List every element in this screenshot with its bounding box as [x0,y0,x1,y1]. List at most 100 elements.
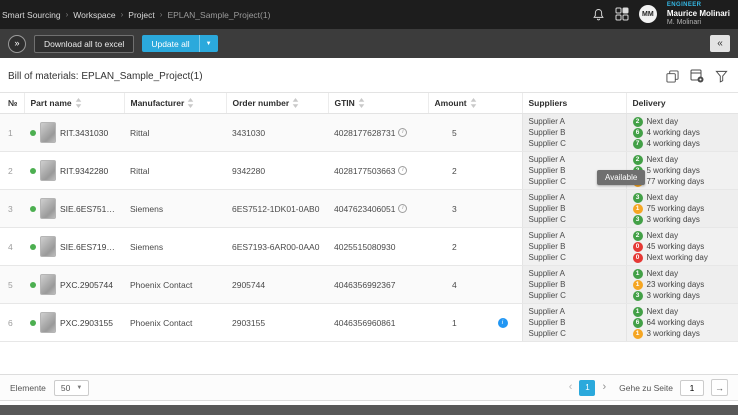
info-icon[interactable]: i [398,128,407,137]
apps-grid-icon[interactable] [615,7,629,21]
supplier-label: Supplier C [529,138,620,149]
part-name-label: SIE.6ES7193-6AR... [60,242,118,252]
delivery-cell: 2Next day045 working days0Next working d… [626,228,738,266]
page-size-select[interactable]: 50 ▼ [54,380,89,396]
goto-page-button[interactable]: → [711,379,728,396]
part-name-cell[interactable]: SIE.6ES7512-1DK... [24,190,124,228]
previous-page-icon[interactable]: ‹ [569,382,573,393]
column-header-manufacturer[interactable]: Manufacturer [124,93,226,114]
table-row[interactable]: 1RIT.3431030Rittal34310304028177628731i5… [0,114,738,152]
column-header-delivery[interactable]: Delivery [626,93,738,114]
breadcrumb-separator-icon: › [66,10,69,19]
update-all-button[interactable]: Update all ▼ [142,35,217,52]
part-thumbnail [40,160,56,181]
amount-wrap: 2 [434,166,516,176]
expand-panel-button[interactable]: » [8,35,26,53]
table-row[interactable]: 6PXC.2903155Phoenix Contact2903155404635… [0,304,738,342]
supplier-label: Supplier A [529,230,620,241]
delivery-line: 1Next day [633,306,733,317]
amount-cell: 2 [428,228,522,266]
delivery-text: 5 working days [647,165,700,176]
part-wrap: SIE.6ES7193-6AR... [30,236,118,257]
bell-icon[interactable] [592,8,605,21]
availability-badge: 2 [633,117,643,127]
part-name-cell[interactable]: RIT.3431030 [24,114,124,152]
table-row[interactable]: 4SIE.6ES7193-6AR...Siemens6ES7193-6AR00-… [0,228,738,266]
amount-cell: 2 [428,152,522,190]
supplier-label: Supplier A [529,154,620,165]
column-header-amount[interactable]: Amount [428,93,522,114]
suppliers-cell: Supplier ASupplier BSupplier C [522,190,626,228]
part-thumbnail [40,274,56,295]
gtin-value: 4046356992367 [334,280,395,290]
amount-cell: 4 [428,266,522,304]
delivery-text: 3 working days [647,214,700,225]
order-number-cell: 2903155 [226,304,328,342]
next-page-icon[interactable]: › [602,382,606,393]
bottom-bar [0,405,738,415]
delivery-text: Next day [647,306,679,317]
user-info[interactable]: ENGINEER Maurice Molinari M. Molinari [667,2,730,27]
breadcrumb-item-project[interactable]: Project [128,10,154,20]
delivery-line: 2Next day [633,116,733,127]
suppliers-cell: Supplier ASupplier BSupplier C [522,114,626,152]
filter-icon[interactable] [715,70,728,83]
delivery-line: 33 working days [633,214,733,225]
delivery-line: 33 working days [633,290,733,301]
delivery-line: 13 working days [633,328,733,339]
availability-badge: 3 [633,193,643,203]
delivery-cell: 3Next day175 working days33 working days [626,190,738,228]
download-excel-button[interactable]: Download all to excel [34,35,134,53]
part-name-cell[interactable]: PXC.2903155 [24,304,124,342]
info-icon-blue[interactable]: i [498,318,508,328]
supplier-label: Supplier B [529,203,620,214]
double-chevron-right-icon: » [14,39,19,48]
sort-icon [470,98,477,108]
page-button[interactable]: 1 [579,380,595,396]
manufacturer-cell: Rittal [124,152,226,190]
availability-badge: 7 [633,139,643,149]
info-icon[interactable]: i [398,204,407,213]
delivery-text: 45 working days [647,241,705,252]
copy-icon[interactable] [666,70,679,83]
status-dot-icon [30,244,36,250]
part-name-cell[interactable]: SIE.6ES7193-6AR... [24,228,124,266]
breadcrumb-item-workspace[interactable]: Workspace [73,10,115,20]
collapse-panel-button[interactable]: « [710,35,730,52]
row-number-cell: 3 [0,190,24,228]
arrow-right-icon: → [715,383,724,393]
part-name-cell[interactable]: PXC.2905744 [24,266,124,304]
availability-badge: 6 [633,318,643,328]
part-name-cell[interactable]: RIT.9342280 [24,152,124,190]
column-header-suppliers[interactable]: Suppliers [522,93,626,114]
chevron-down-icon[interactable]: ▼ [199,35,218,52]
table-settings-icon[interactable] [690,69,704,83]
gtin-value: 4028177628731 [334,128,395,138]
table-row[interactable]: 3SIE.6ES7512-1DK...Siemens6ES7512-1DK01-… [0,190,738,228]
bom-table: № Part name Manufacturer Order number GT… [0,92,738,342]
breadcrumb-item-app[interactable]: Smart Sourcing [2,10,61,20]
double-chevron-left-icon: « [717,38,723,49]
delivery-line: 045 working days [633,241,733,252]
gtin-wrap: 4025515080930 [334,242,422,252]
delivery-line: 2Next day [633,230,733,241]
column-header-order-number[interactable]: Order number [226,93,328,114]
column-header-number[interactable]: № [0,93,24,114]
supplier-label: Supplier C [529,214,620,225]
table-row[interactable]: 5PXC.2905744Phoenix Contact2905744404635… [0,266,738,304]
delivery-text: 4 working days [647,138,700,149]
column-header-gtin[interactable]: GTIN [328,93,428,114]
column-header-part-name[interactable]: Part name [24,93,124,114]
bom-table-body: 1RIT.3431030Rittal34310304028177628731i5… [0,114,738,342]
info-icon[interactable]: i [398,166,407,175]
supplier-label: Supplier A [529,116,620,127]
delivery-text: Next day [647,268,679,279]
amount-wrap: 4 [434,280,516,290]
goto-page-input[interactable] [680,380,704,396]
supplier-label: Supplier B [529,317,620,328]
delivery-line: 123 working days [633,279,733,290]
order-number-cell: 6ES7193-6AR00-0AA0 [226,228,328,266]
breadcrumb-separator-icon: › [121,10,124,19]
avatar[interactable]: MM [639,5,657,23]
supplier-label: Supplier B [529,127,620,138]
